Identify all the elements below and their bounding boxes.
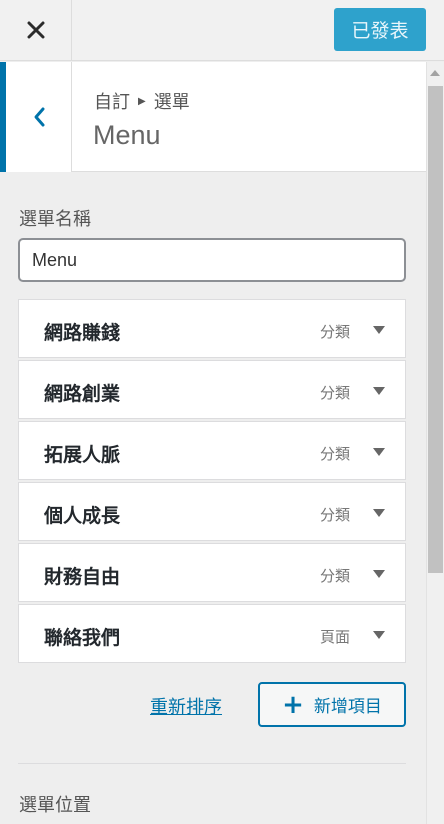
divider bbox=[18, 763, 406, 764]
publish-button-label: 已發表 bbox=[351, 20, 409, 42]
menu-item-type: 分類 bbox=[319, 567, 350, 585]
breadcrumb-current: 選單 bbox=[153, 92, 190, 113]
menu-location-label: 選單位置 bbox=[19, 795, 91, 816]
menu-item[interactable]: 財務自由 分類 bbox=[18, 543, 406, 602]
breadcrumb-separator-icon: ▶ bbox=[138, 95, 146, 107]
scrollbar-thumb[interactable] bbox=[428, 86, 443, 573]
triangle-down-icon[interactable] bbox=[373, 509, 385, 517]
menu-item-title: 財務自由 bbox=[44, 566, 121, 588]
triangle-down-icon[interactable] bbox=[373, 631, 385, 639]
section-header: 自訂 ▶ 選單 Menu bbox=[0, 62, 426, 172]
page-title: Menu bbox=[93, 120, 161, 150]
triangle-down-icon[interactable] bbox=[373, 448, 385, 456]
menu-item-title: 個人成長 bbox=[44, 505, 121, 527]
chevron-left-icon bbox=[34, 107, 44, 127]
menu-item-title: 網路賺錢 bbox=[44, 322, 121, 344]
menu-item-title: 聯絡我們 bbox=[44, 627, 121, 649]
close-icon bbox=[27, 21, 44, 39]
menu-item[interactable]: 聯絡我們 頁面 bbox=[18, 604, 406, 663]
menu-item-type: 分類 bbox=[319, 323, 350, 341]
triangle-down-icon[interactable] bbox=[373, 387, 385, 395]
menu-name-label: 選單名稱 bbox=[19, 209, 91, 230]
menu-item-type: 分類 bbox=[319, 506, 350, 524]
plus-icon: + bbox=[282, 689, 304, 720]
menu-item-type: 分類 bbox=[319, 384, 350, 402]
menu-item[interactable]: 網路賺錢 分類 bbox=[18, 299, 406, 358]
triangle-down-icon[interactable] bbox=[373, 326, 385, 334]
back-button[interactable] bbox=[0, 62, 72, 172]
scrollbar[interactable] bbox=[426, 62, 444, 824]
menu-item[interactable]: 拓展人脈 分類 bbox=[18, 421, 406, 480]
breadcrumb-parent: 自訂 bbox=[94, 92, 130, 113]
publish-button[interactable]: 已發表 bbox=[334, 8, 426, 51]
menu-item-title: 拓展人脈 bbox=[44, 444, 121, 466]
menu-name-input[interactable] bbox=[18, 238, 406, 282]
menu-item-type: 頁面 bbox=[319, 628, 350, 646]
menu-item[interactable]: 個人成長 分類 bbox=[18, 482, 406, 541]
menu-item[interactable]: 網路創業 分類 bbox=[18, 360, 406, 419]
scroll-up-icon[interactable] bbox=[430, 70, 440, 76]
add-item-label: 新增項目 bbox=[313, 697, 382, 717]
reorder-link[interactable]: 重新排序 bbox=[150, 693, 222, 719]
close-button[interactable] bbox=[0, 0, 72, 60]
breadcrumb: 自訂 ▶ 選單 bbox=[94, 88, 190, 114]
add-item-button[interactable]: + 新增項目 bbox=[258, 682, 406, 727]
customizer-header: 已發表 bbox=[0, 0, 444, 61]
triangle-down-icon[interactable] bbox=[373, 570, 385, 578]
menu-item-type: 分類 bbox=[319, 445, 350, 463]
menu-item-title: 網路創業 bbox=[44, 383, 121, 405]
menu-items-list: 網路賺錢 分類 網路創業 分類 拓展人脈 分類 個人成長 分類 財務自由 分類 … bbox=[18, 299, 406, 665]
